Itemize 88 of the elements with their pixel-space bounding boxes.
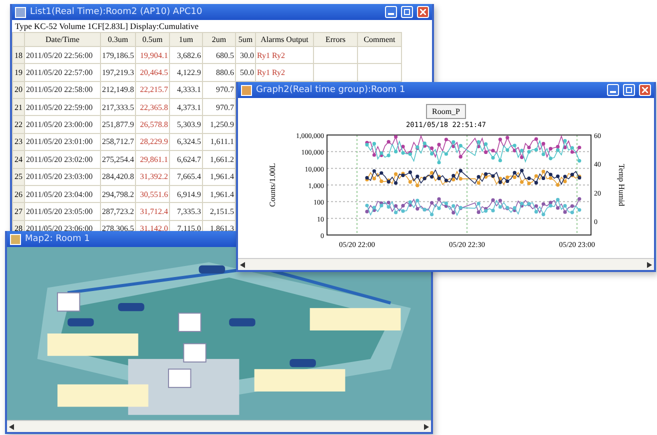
column-header[interactable]: Alarms Output	[256, 32, 314, 46]
table-cell: 2011/05/20 23:03:00	[24, 168, 100, 186]
table-cell: 22,215.7	[136, 81, 170, 99]
table-cell: 4,373.1	[170, 98, 202, 116]
app-icon	[10, 234, 21, 244]
minimize-button[interactable]	[607, 84, 619, 96]
minimize-button[interactable]	[385, 6, 397, 18]
legend-button[interactable]: Room_P	[426, 104, 466, 119]
list-info: Type KC-52 Volume 1CF[2.83L] Display:Cumulative	[12, 20, 432, 32]
row-number: 27	[12, 202, 24, 220]
row-number: 24	[12, 150, 24, 168]
table-cell: 50.0	[236, 64, 256, 82]
right-arrow-icon[interactable]	[424, 424, 429, 430]
table-cell: 2011/05/20 23:02:00	[24, 150, 100, 168]
table-cell: 31,712.4	[136, 202, 170, 220]
column-header[interactable]: 0.3um	[100, 32, 136, 46]
row-number: 21	[12, 98, 24, 116]
table-cell: 20,464.5	[136, 64, 170, 82]
table-cell: 6,324.5	[170, 133, 202, 151]
table-cell: 30.0	[236, 46, 256, 64]
row-number: 20	[12, 81, 24, 99]
table-cell: 2011/05/20 23:01:00	[24, 133, 100, 151]
column-header[interactable]: 5um	[236, 32, 256, 46]
table-cell: 284,420.8	[100, 168, 136, 186]
table-cell: 179,186.5	[100, 46, 136, 64]
table-cell: 251,877.9	[100, 116, 136, 134]
close-icon	[420, 9, 426, 15]
table-cell: 4,122.9	[170, 64, 202, 82]
table-cell: 2011/05/20 22:58:00	[24, 81, 100, 99]
row-number: 26	[12, 185, 24, 203]
table-cell: 294,798.2	[100, 185, 136, 203]
horizontal-scrollbar[interactable]	[7, 420, 431, 432]
y-axis-title: Temp Humid	[617, 164, 626, 206]
maximize-icon	[626, 87, 632, 93]
row-number: 18	[12, 46, 24, 64]
column-header[interactable]: 2um	[202, 32, 236, 46]
column-header[interactable]: Errors	[314, 32, 358, 46]
table-cell: 217,333.5	[100, 98, 136, 116]
horizontal-scrollbar[interactable]	[238, 258, 654, 270]
table-cell: 28,229.9	[136, 133, 170, 151]
row-number: 23	[12, 133, 24, 151]
left-arrow-icon[interactable]	[240, 262, 245, 268]
table-cell: 22,365.8	[136, 98, 170, 116]
close-button[interactable]	[639, 84, 651, 96]
row-number: 22	[12, 116, 24, 134]
table-cell: 19,904.1	[136, 46, 170, 64]
left-arrow-icon[interactable]	[9, 424, 14, 430]
table-cell: 7,665.4	[170, 168, 202, 186]
table-cell: 680.5	[202, 46, 236, 64]
row-number: 19	[12, 64, 24, 82]
table-cell: Ry1 Ry2	[256, 46, 314, 64]
table-cell: 6,914.9	[170, 185, 202, 203]
table-cell: Ry1 Ry2	[256, 64, 314, 82]
close-button[interactable]	[417, 6, 429, 18]
table-cell: 31,392.2	[136, 168, 170, 186]
table-cell: 212,149.8	[100, 81, 136, 99]
maximize-button[interactable]	[401, 6, 413, 18]
y-axis-title: Counts/1.00L	[268, 163, 277, 207]
row-number: 25	[12, 168, 24, 186]
table-cell: 275,254.4	[100, 150, 136, 168]
table-cell: 2011/05/20 22:57:00	[24, 64, 100, 82]
maximize-icon	[404, 9, 410, 15]
table-cell: 29,861.1	[136, 150, 170, 168]
table-cell: 5,303.9	[170, 116, 202, 134]
column-header[interactable]: 0.5um	[136, 32, 170, 46]
column-header[interactable]: Comment	[358, 32, 402, 46]
table-cell: 6,624.7	[170, 150, 202, 168]
window-title: Graph2(Real time group):Room 1	[256, 85, 406, 95]
table-cell: 30,551.6	[136, 185, 170, 203]
column-header[interactable]: 1um	[170, 32, 202, 46]
table-cell: 7,335.3	[170, 202, 202, 220]
table-cell: 2011/05/20 22:59:00	[24, 98, 100, 116]
close-icon	[642, 87, 648, 93]
table-cell: 26,578.8	[136, 116, 170, 134]
table-cell: 880.6	[202, 64, 236, 82]
table-cell: 2011/05/20 23:05:00	[24, 202, 100, 220]
window-title: List1(Real Time):Room2 (AP10) APC10	[30, 7, 202, 17]
table-cell: 287,723.2	[100, 202, 136, 220]
table-cell: 258,712.7	[100, 133, 136, 151]
table-cell: 4,333.1	[170, 81, 202, 99]
table-cell: 197,219.3	[100, 64, 136, 82]
table-cell: 2011/05/20 23:00:00	[24, 116, 100, 134]
table-cell: 3,682.6	[170, 46, 202, 64]
right-arrow-icon[interactable]	[647, 262, 652, 268]
maximize-button[interactable]	[623, 84, 635, 96]
table-cell: 2011/05/20 22:56:00	[24, 46, 100, 64]
column-header[interactable]: Date/Time	[24, 32, 100, 46]
table-cell: 2011/05/20 23:04:00	[24, 185, 100, 203]
